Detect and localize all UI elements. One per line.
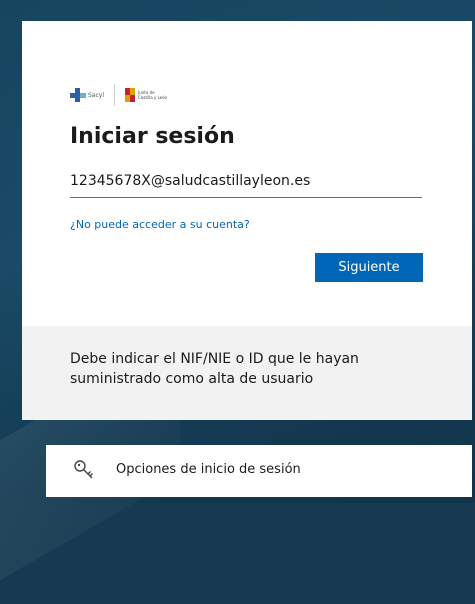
cant-access-link[interactable]: ¿No puede acceder a su cuenta? bbox=[70, 218, 250, 231]
page-title: Iniciar sesión bbox=[70, 124, 235, 149]
email-field[interactable]: 12345678X@saludcastillayleon.es bbox=[70, 171, 422, 198]
organization-logos: Sacyl Junta de Castilla y León bbox=[70, 80, 167, 110]
sacyl-logo-text: Sacyl bbox=[88, 91, 105, 99]
jcyl-logo: Junta de Castilla y León bbox=[125, 88, 167, 102]
jcyl-shield-icon bbox=[125, 88, 136, 102]
jcyl-logo-line2: Castilla y León bbox=[138, 95, 168, 100]
logo-divider bbox=[114, 84, 116, 106]
next-button[interactable]: Siguiente bbox=[315, 253, 423, 282]
signin-options-button[interactable]: Opciones de inicio de sesión bbox=[46, 445, 472, 497]
sacyl-cross-icon bbox=[70, 88, 86, 102]
info-message: Debe indicar el NIF/NIE o ID que le haya… bbox=[70, 351, 359, 387]
signin-options-label: Opciones de inicio de sesión bbox=[116, 462, 301, 477]
key-icon bbox=[74, 460, 93, 479]
info-panel: Debe indicar el NIF/NIE o ID que le haya… bbox=[22, 326, 472, 420]
sacyl-logo: Sacyl bbox=[70, 88, 104, 102]
